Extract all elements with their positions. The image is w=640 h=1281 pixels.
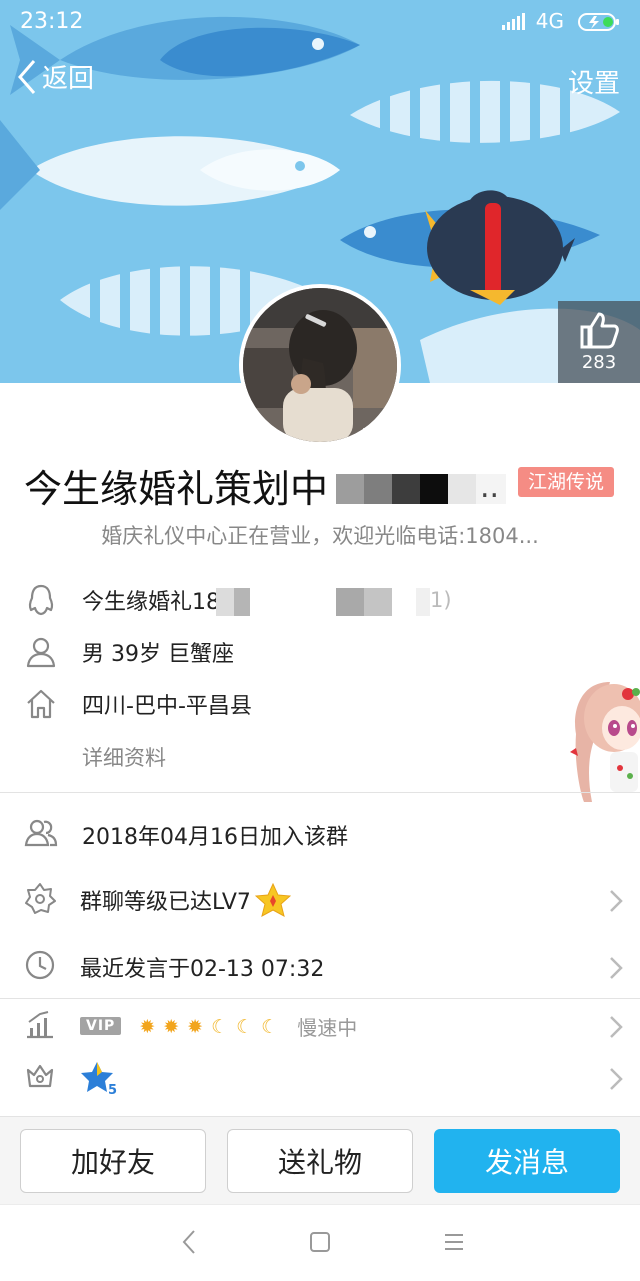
last-speak: 最近发言于02-13 07:32 (80, 957, 325, 982)
badge-star-icon (24, 882, 56, 918)
system-back-icon[interactable] (180, 1227, 200, 1257)
system-navigation-bar (0, 1204, 640, 1281)
group-level-text: 群聊等级已达LV7 (80, 890, 251, 915)
profile-name-text: 今生缘婚礼策划中 (24, 467, 329, 511)
censored-number-block (216, 588, 430, 616)
settings-button[interactable]: 设置 (568, 63, 620, 100)
thumbs-up-icon (580, 312, 619, 349)
star-level-row[interactable]: 5 (24, 1056, 624, 1100)
network-type: 4G (535, 9, 564, 33)
chevron-right-icon (610, 1016, 623, 1038)
level-chart-icon (24, 1008, 56, 1044)
back-button[interactable]: 返回 (16, 58, 94, 95)
qq-name-row: 今生缘婚礼18 (24, 582, 220, 618)
chevron-right-icon (610, 957, 623, 979)
moon-icon: ☾ (261, 1015, 279, 1038)
location-row: 四川-巴中-平昌县 (24, 686, 252, 722)
status-time: 23:12 (20, 9, 84, 34)
moon-icon: ☾ (211, 1015, 229, 1038)
status-bar: 23:12 4G (0, 0, 640, 44)
chevron-right-icon (610, 890, 623, 912)
signature: 婚庆礼仪中心正在营业，欢迎光临电话:1804... (101, 524, 539, 548)
profile-name-tail: .. (480, 470, 500, 505)
vip-level-icons: ✹ ✹ ✹ ☾ ☾ ☾ (139, 1014, 279, 1039)
home-icon (24, 687, 58, 721)
send-gift-button[interactable]: 送礼物 (227, 1129, 413, 1193)
avatar[interactable] (239, 284, 401, 446)
person-icon (24, 635, 58, 669)
profile-name: 今生缘婚礼策划中 (24, 458, 328, 513)
add-friend-button[interactable]: 加好友 (20, 1129, 206, 1193)
basic-info-row: 男 39岁 巨蟹座 (24, 634, 234, 670)
clock-icon (24, 949, 56, 985)
like-count: 283 (581, 352, 617, 373)
vip-speed: 慢速中 (297, 1015, 358, 1040)
action-bar: 加好友 送礼物 发消息 (0, 1116, 640, 1205)
battery-charging-icon (578, 13, 619, 31)
section-divider (0, 998, 640, 999)
chevron-right-icon (610, 1068, 623, 1090)
blue-star-level-icon: 5 (81, 1062, 117, 1096)
back-chevron-icon (18, 59, 36, 94)
group-level-row[interactable]: 群聊等级已达LV7 (24, 878, 624, 922)
send-message-button[interactable]: 发消息 (434, 1129, 620, 1193)
sun-icon: ✹ (139, 1015, 156, 1038)
system-home-icon[interactable] (309, 1227, 331, 1257)
system-menu-icon[interactable] (442, 1227, 466, 1257)
like-button[interactable]: 283 (558, 301, 640, 383)
join-date: 2018年04月16日加入该群 (82, 825, 348, 850)
sun-icon: ✹ (187, 1015, 204, 1038)
vip-tag: VIP (80, 1017, 122, 1035)
chibi-girl-sticker[interactable] (570, 672, 640, 808)
star-level: 5 (80, 1060, 118, 1096)
sun-icon: ✹ (163, 1015, 180, 1038)
join-date-row: 2018年04月16日加入该群 (24, 813, 624, 857)
last-speak-row[interactable]: 最近发言于02-13 07:32 (24, 945, 624, 989)
moon-icon: ☾ (236, 1015, 254, 1038)
qq-number-tail: 1) (430, 588, 452, 612)
star-level-number: 5 (108, 1083, 117, 1096)
basic-info: 男 39岁 巨蟹座 (82, 642, 234, 667)
signal-icon (502, 13, 525, 30)
title-badge[interactable]: 江湖传说 (518, 467, 615, 497)
back-label: 返回 (42, 64, 95, 94)
section-divider (0, 792, 640, 793)
avatar-photo (243, 288, 397, 442)
gold-star-icon (254, 883, 291, 917)
group-members-icon (24, 817, 58, 853)
penguin-icon (24, 583, 58, 617)
group-level: 群聊等级已达LV7 (80, 883, 291, 917)
qq-name: 今生缘婚礼18 (82, 590, 220, 615)
detail-info-link[interactable]: 详细资料 (82, 742, 166, 772)
vip-row[interactable]: VIP ✹ ✹ ✹ ☾ ☾ ☾ 慢速中 (24, 1004, 624, 1048)
vip-status: VIP ✹ ✹ ✹ ☾ ☾ ☾ 慢速中 (80, 1012, 357, 1041)
location: 四川-巴中-平昌县 (82, 694, 252, 719)
crown-icon (24, 1060, 56, 1096)
